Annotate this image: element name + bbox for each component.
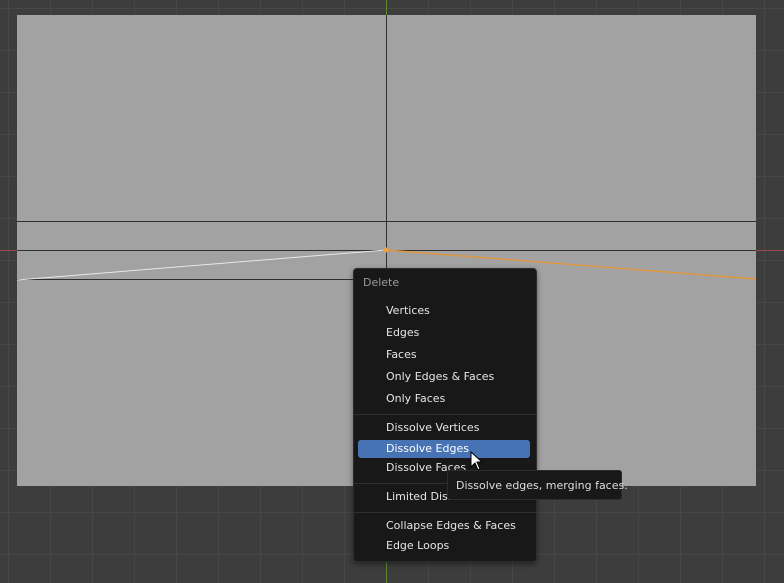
delete-menu: Delete Vertices Edges Faces Only Edges &… xyxy=(353,268,537,562)
menu-title: Delete xyxy=(363,276,400,289)
menu-item-vertices[interactable]: Vertices xyxy=(358,302,530,320)
selected-vertex[interactable] xyxy=(383,247,389,253)
menu-item-faces[interactable]: Faces xyxy=(358,346,530,364)
menu-item-only-edges-faces[interactable]: Only Edges & Faces xyxy=(358,368,530,386)
arrow-cursor-icon xyxy=(470,450,484,475)
menu-separator xyxy=(354,512,536,513)
menu-item-dissolve-vertices[interactable]: Dissolve Vertices xyxy=(358,419,530,437)
menu-separator xyxy=(354,414,536,415)
menu-item-only-faces[interactable]: Only Faces xyxy=(358,390,530,408)
edge-highlight-white xyxy=(16,249,387,281)
menu-item-edges[interactable]: Edges xyxy=(358,324,530,342)
menu-item-edge-loops[interactable]: Edge Loops xyxy=(358,537,530,555)
menu-item-collapse-edges-faces[interactable]: Collapse Edges & Faces xyxy=(358,517,530,535)
menu-item-dissolve-edges[interactable]: Dissolve Edges xyxy=(358,440,530,458)
